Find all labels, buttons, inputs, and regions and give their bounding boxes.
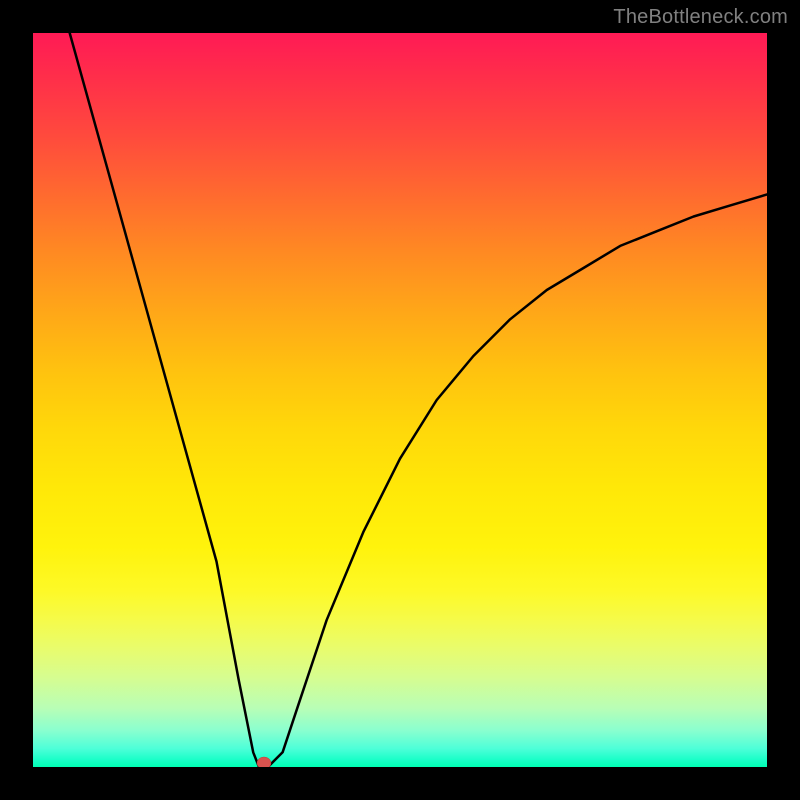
watermark-text: TheBottleneck.com — [613, 6, 788, 29]
chart-container: TheBottleneck.com — [0, 0, 800, 800]
chart-svg — [33, 33, 767, 767]
bottleneck-curve — [70, 33, 767, 767]
optimal-point-marker — [257, 757, 271, 767]
